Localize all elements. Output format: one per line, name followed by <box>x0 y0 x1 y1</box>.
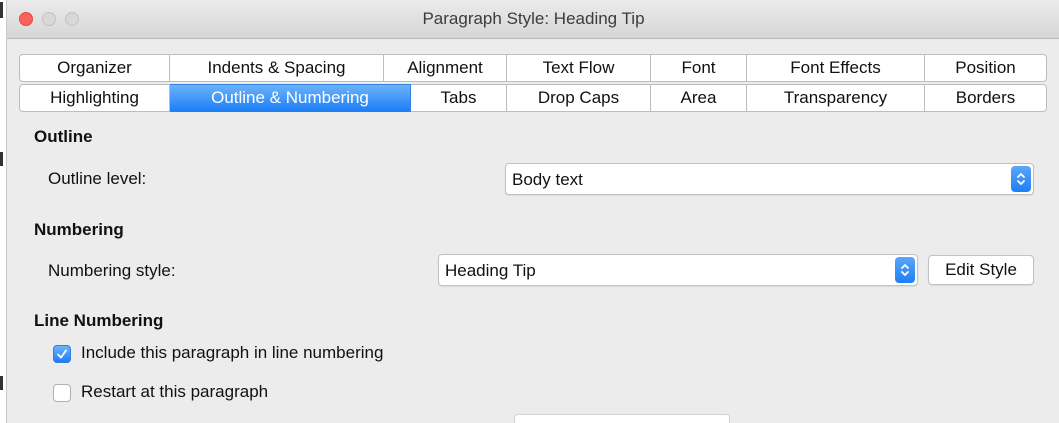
outline-level-label: Outline level: <box>48 169 147 188</box>
tab-highlighting[interactable]: Highlighting <box>19 84 170 112</box>
edit-style-button[interactable]: Edit Style <box>928 255 1034 285</box>
tab-alignment[interactable]: Alignment <box>384 54 507 82</box>
tab-tabs[interactable]: Tabs <box>411 84 507 112</box>
tab-transparency[interactable]: Transparency <box>747 84 925 112</box>
numbering-heading: Numbering <box>34 220 124 239</box>
dialog-window: Paragraph Style: Heading Tip Organizer I… <box>6 0 1059 423</box>
checkmark-icon <box>57 349 67 359</box>
edge-mark <box>0 152 3 166</box>
numbering-style-select[interactable]: Heading Tip <box>438 254 918 286</box>
include-line-numbering-checkbox[interactable] <box>53 345 71 363</box>
updown-chevron-icon[interactable] <box>895 257 915 283</box>
tab-borders[interactable]: Borders <box>925 84 1047 112</box>
tab-font-effects[interactable]: Font Effects <box>747 54 925 82</box>
tab-position[interactable]: Position <box>925 54 1047 82</box>
tab-font[interactable]: Font <box>651 54 747 82</box>
title-bar: Paragraph Style: Heading Tip <box>7 0 1059 39</box>
line-numbering-heading: Line Numbering <box>34 311 164 330</box>
numbering-style-value: Heading Tip <box>445 261 536 280</box>
edge-mark <box>0 376 3 390</box>
numbering-style-label: Numbering style: <box>48 261 176 280</box>
outline-level-select[interactable]: Body text <box>505 163 1034 195</box>
updown-chevron-icon[interactable] <box>1011 166 1031 192</box>
tab-outline-numbering[interactable]: Outline & Numbering <box>170 84 411 112</box>
restart-paragraph-checkbox[interactable] <box>53 384 71 402</box>
restart-paragraph-label[interactable]: Restart at this paragraph <box>81 382 268 402</box>
tab-row-2: Highlighting Outline & Numbering Tabs Dr… <box>19 84 1047 112</box>
include-line-numbering-label[interactable]: Include this paragraph in line numbering <box>81 343 383 363</box>
partially-visible-control[interactable] <box>514 414 730 423</box>
tab-row-1: Organizer Indents & Spacing Alignment Te… <box>19 54 1047 82</box>
tab-indents-spacing[interactable]: Indents & Spacing <box>170 54 384 82</box>
tab-area[interactable]: Area <box>651 84 747 112</box>
tab-text-flow[interactable]: Text Flow <box>507 54 651 82</box>
outline-heading: Outline <box>34 127 93 146</box>
window-title: Paragraph Style: Heading Tip <box>422 9 645 28</box>
edge-mark <box>0 2 3 18</box>
outline-level-value: Body text <box>512 170 583 189</box>
tab-organizer[interactable]: Organizer <box>19 54 170 82</box>
tab-drop-caps[interactable]: Drop Caps <box>507 84 651 112</box>
